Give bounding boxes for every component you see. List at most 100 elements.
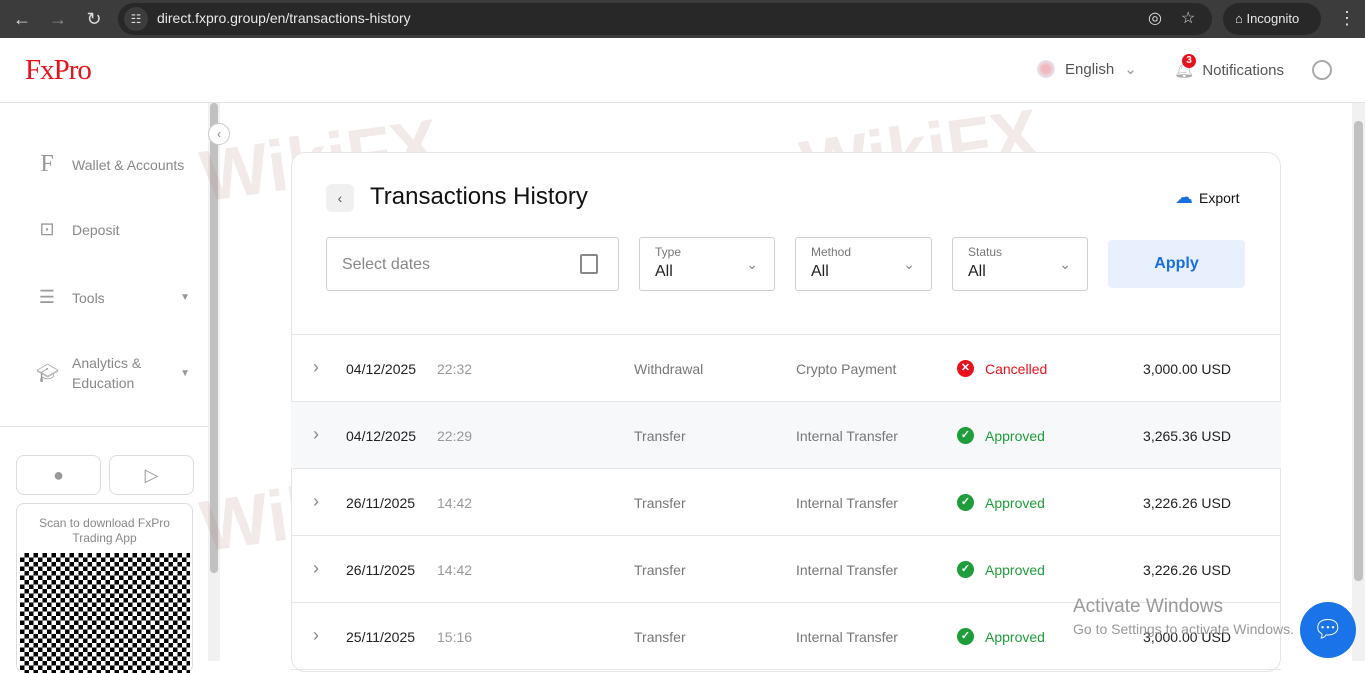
user-icon[interactable] — [1312, 60, 1332, 80]
chevron-down-icon: ⌄ — [1124, 61, 1137, 78]
table-row[interactable]: › 26/11/2025 14:42 Transfer Internal Tra… — [291, 469, 1281, 536]
fxpro-logo[interactable]: FxPro — [25, 54, 92, 87]
collapse-sidebar-button[interactable]: ‹ — [208, 123, 230, 145]
status-select[interactable]: Status All ⌄ — [952, 237, 1088, 291]
back-icon[interactable]: ← — [10, 7, 34, 31]
reload-icon[interactable]: ↻ — [82, 7, 106, 31]
activation-subtitle: Go to Settings to activate Windows. — [1073, 621, 1294, 637]
google-play-button[interactable]: ▷ — [109, 455, 194, 495]
row-method: Internal Transfer — [796, 562, 898, 578]
eye-off-icon[interactable]: ◎ — [1148, 8, 1162, 28]
check-circle-icon: ✓ — [957, 494, 974, 511]
row-method: Internal Transfer — [796, 428, 898, 444]
divider — [0, 426, 208, 427]
language-selector[interactable]: English ⌄ — [1037, 60, 1137, 78]
row-time: 14:42 — [437, 562, 473, 578]
row-time: 15:16 — [437, 629, 473, 645]
date-placeholder: Select dates — [342, 256, 431, 273]
site-settings-icon[interactable]: ☷ — [124, 7, 148, 31]
check-circle-icon: ✓ — [957, 427, 974, 444]
expand-chevron-icon[interactable]: › — [313, 625, 319, 646]
calendar-icon — [580, 254, 598, 274]
qr-download-box: Scan to download FxPro Trading App — [16, 503, 193, 673]
notifications-label: Notifications — [1202, 61, 1285, 79]
row-method: Internal Transfer — [796, 495, 898, 511]
row-status: Cancelled — [985, 361, 1048, 377]
check-circle-icon: ✓ — [957, 628, 974, 645]
qr-code — [19, 553, 190, 673]
education-icon: 🎓︎ — [36, 362, 59, 383]
sidebar-item-label: Wallet & Accounts — [72, 156, 185, 173]
x-circle-icon: ✕ — [957, 360, 974, 377]
type-label: Type — [655, 245, 682, 259]
date-range-input[interactable]: Select dates — [326, 237, 619, 291]
wallet-icon: F — [40, 151, 54, 177]
browser-toolbar: ← → ↻ ☷ direct.fxpro.group/en/transactio… — [0, 0, 1365, 38]
export-label: Export — [1199, 189, 1240, 206]
chat-icon: 💬︎ — [1312, 616, 1344, 643]
method-value: All — [811, 263, 829, 280]
type-select[interactable]: Type All ⌄ — [639, 237, 775, 291]
chat-button[interactable]: 💬︎ — [1300, 602, 1356, 658]
expand-chevron-icon[interactable]: › — [313, 424, 319, 445]
sidebar-scrollbar[interactable] — [208, 103, 220, 661]
activation-title: Activate Windows — [1073, 596, 1223, 617]
chevron-down-icon: ⌄ — [1059, 256, 1071, 272]
row-time: 22:29 — [437, 428, 473, 444]
notifications-button[interactable]: 🔔︎ 3 Notifications — [1174, 54, 1285, 80]
row-amount: 3,226.26 USD — [1143, 495, 1231, 511]
incognito-label: Incognito — [1246, 11, 1300, 26]
sidebar: F Wallet & Accounts ⊡ Deposit ☰ Tools ▼ 🎓︎ An… — [0, 103, 208, 673]
method-select[interactable]: Method All ⌄ — [795, 237, 932, 291]
row-type: Withdrawal — [634, 361, 704, 377]
row-status: Approved — [985, 629, 1045, 645]
row-amount: 3,226.26 USD — [1143, 562, 1231, 578]
row-status: Approved — [985, 428, 1045, 444]
status-value: All — [968, 263, 986, 280]
chevron-down-icon: ⌄ — [746, 256, 758, 272]
sidebar-item-label: Deposit — [72, 221, 120, 238]
star-icon[interactable]: ☆ — [1181, 8, 1195, 28]
row-date: 04/12/2025 — [346, 361, 417, 377]
sidebar-item-analytics[interactable]: 🎓︎ Analytics & Education ▼ — [36, 353, 196, 393]
page-scrollbar[interactable] — [1352, 103, 1365, 661]
expand-chevron-icon[interactable]: › — [313, 558, 319, 579]
export-button[interactable]: ☁ Export — [1175, 187, 1239, 208]
row-type: Transfer — [634, 629, 686, 645]
row-time: 22:32 — [437, 361, 473, 377]
incognito-button[interactable]: ⌂ Incognito — [1223, 3, 1321, 35]
notification-badge: 3 — [1182, 54, 1196, 68]
row-type: Transfer — [634, 495, 686, 511]
row-type: Transfer — [634, 428, 686, 444]
table-row[interactable]: › 04/12/2025 22:32 Withdrawal Crypto Pay… — [291, 335, 1281, 402]
language-label: English — [1065, 60, 1115, 78]
caret-down-icon: ▼ — [180, 367, 190, 379]
uk-flag-icon — [1037, 60, 1055, 78]
row-date: 26/11/2025 — [346, 495, 416, 511]
row-amount: 3,000.00 USD — [1143, 361, 1231, 377]
table-row[interactable]: › 26/11/2025 14:42 Transfer Internal Tra… — [291, 536, 1281, 603]
method-label: Method — [811, 245, 852, 259]
row-status: Approved — [985, 562, 1045, 578]
row-time: 14:42 — [437, 495, 473, 511]
play-icon: ▷ — [144, 465, 159, 485]
url-text[interactable]: direct.fxpro.group/en/transactions-histo… — [157, 10, 411, 26]
back-button[interactable]: ‹ — [326, 184, 354, 212]
app-store-button[interactable]: ● — [16, 455, 101, 495]
sidebar-item-deposit[interactable]: ⊡ Deposit — [36, 219, 196, 240]
expand-chevron-icon[interactable]: › — [313, 491, 319, 512]
row-date: 26/11/2025 — [346, 562, 416, 578]
row-amount: 3,265.36 USD — [1143, 428, 1231, 444]
sidebar-item-wallet[interactable]: F Wallet & Accounts — [36, 151, 196, 178]
row-date: 04/12/2025 — [346, 428, 417, 444]
table-row[interactable]: › 04/12/2025 22:29 Transfer Internal Tra… — [291, 402, 1281, 469]
forward-icon[interactable]: → — [46, 7, 70, 31]
sidebar-item-tools[interactable]: ☰ Tools ▼ — [36, 287, 196, 308]
menu-icon[interactable]: ⋮ — [1338, 8, 1356, 29]
bell-icon: 🔔︎ 3 — [1174, 54, 1196, 79]
tools-icon: ☰ — [38, 287, 56, 307]
row-date: 25/11/2025 — [346, 629, 416, 645]
address-bar[interactable]: ☷ direct.fxpro.group/en/transactions-his… — [118, 3, 1212, 35]
apply-button[interactable]: Apply — [1108, 240, 1245, 288]
expand-chevron-icon[interactable]: › — [313, 357, 319, 378]
